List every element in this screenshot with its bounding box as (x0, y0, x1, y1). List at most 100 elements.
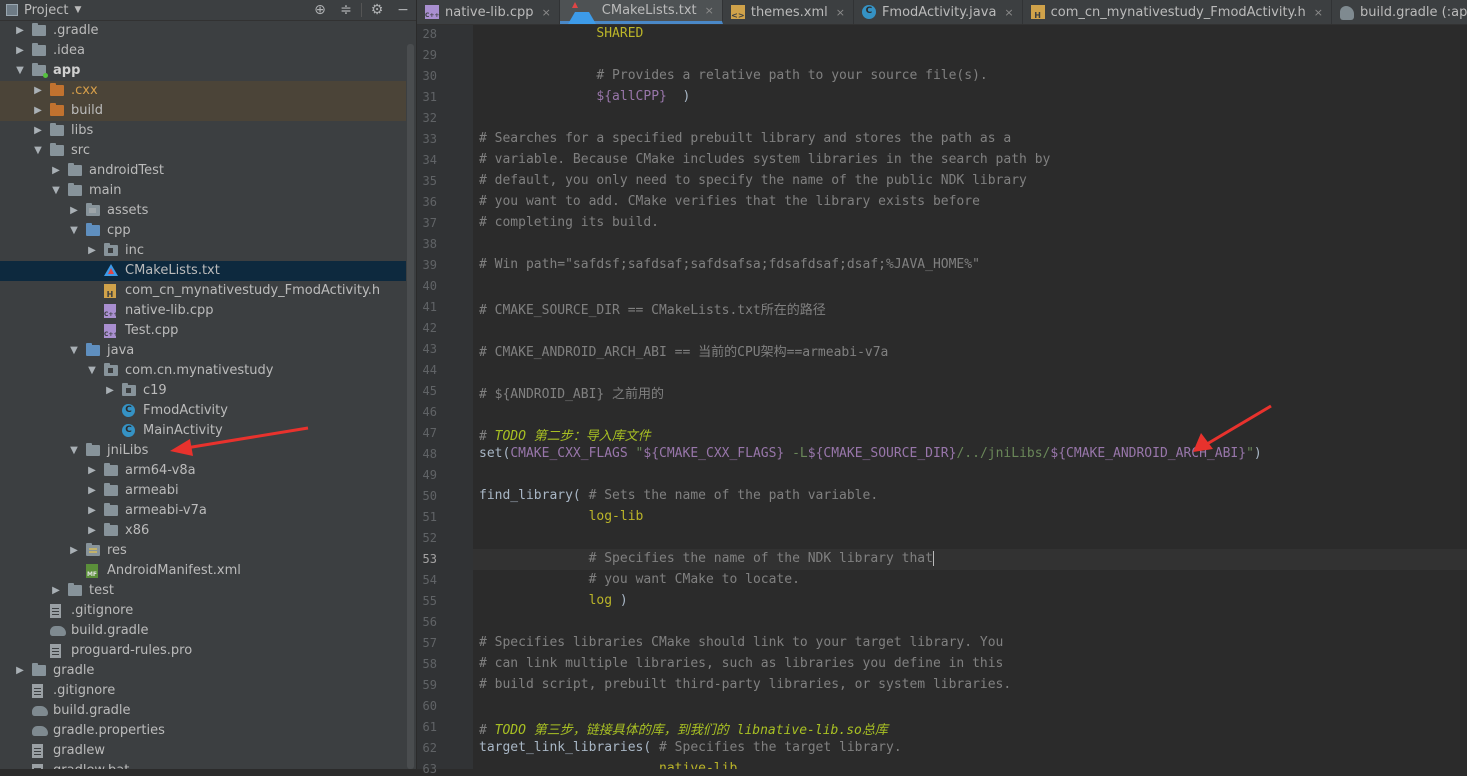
expand-right-icon[interactable]: ▶ (32, 81, 44, 101)
expand-down-icon[interactable]: ▼ (32, 141, 44, 161)
collapse-icon[interactable]: ≑ (333, 2, 359, 18)
expand-right-icon[interactable]: ▶ (14, 21, 26, 41)
tab-label: CMakeLists.txt (601, 3, 697, 18)
tree-item[interactable]: ▶ assets (0, 201, 406, 221)
tree-item-label: Test.cpp (125, 323, 179, 338)
tree-item[interactable]: ▶ armeabi-v7a (0, 501, 406, 521)
tree-item[interactable]: MF AndroidManifest.xml (0, 561, 406, 581)
editor-tab[interactable]: build.gradle (:app)× (1332, 0, 1467, 24)
code-line: # CMAKE_SOURCE_DIR == CMakeLists.txt所在的路… (479, 303, 826, 318)
expand-right-icon[interactable]: ▶ (32, 101, 44, 121)
tree-item[interactable]: gradlew (0, 741, 406, 761)
line-number-gutter: 28 29 30 31 32 33 34 35 36 37 38 39 40 41 42 43 44 45 46 47… (417, 25, 473, 776)
expand-right-icon[interactable]: ▶ (86, 521, 98, 541)
tree-item[interactable]: ▶ c19 (0, 381, 406, 401)
project-view-selector[interactable]: Project ▼ (0, 3, 81, 18)
tree-item[interactable]: ▼ jniLibs (0, 441, 406, 461)
line-number: 34 (422, 153, 437, 167)
close-icon[interactable]: × (836, 6, 845, 19)
close-icon[interactable]: × (542, 6, 551, 19)
tree-item[interactable]: ▼ main (0, 181, 406, 201)
package-icon (104, 243, 118, 256)
tree-item[interactable]: ▶ arm64-v8a (0, 461, 406, 481)
close-icon[interactable]: × (1004, 6, 1013, 19)
project-panel-title: Project (24, 2, 69, 18)
expand-down-icon[interactable]: ▼ (68, 441, 80, 461)
line-number: 49 (422, 468, 437, 482)
tree-scrollbar[interactable] (407, 44, 414, 769)
code-line: # Specifies libraries CMake should link … (479, 635, 1004, 650)
expand-right-icon[interactable]: ▶ (86, 241, 98, 261)
hide-icon[interactable]: − (390, 2, 416, 18)
tab-label: FmodActivity.java (881, 4, 997, 20)
code-line: # build script, prebuilt third-party lib… (479, 677, 1012, 692)
tree-item[interactable]: ▶ inc (0, 241, 406, 261)
tree-item[interactable]: ▶ libs (0, 121, 406, 141)
tree-item-label: build.gradle (71, 623, 149, 638)
editor-tab[interactable]: CMakeLists.txt × (559, 0, 723, 24)
expand-down-icon[interactable]: ▼ (50, 181, 62, 201)
tree-item[interactable]: .gitignore (0, 681, 406, 701)
expand-down-icon[interactable]: ▼ (68, 221, 80, 241)
tree-item-label: assets (107, 203, 149, 218)
target-icon[interactable]: ⊕ (307, 2, 333, 18)
expand-down-icon[interactable]: ▼ (86, 361, 98, 381)
folder-icon (68, 183, 82, 196)
tree-item[interactable]: build.gradle (0, 701, 406, 721)
tree-item[interactable]: ▶ res (0, 541, 406, 561)
editor-tab[interactable]: <> themes.xml × (723, 0, 854, 24)
expand-right-icon[interactable]: ▶ (86, 481, 98, 501)
tree-item[interactable]: ▼ src (0, 141, 406, 161)
tree-item[interactable]: Hcom_cn_mynativestudy_FmodActivity.h (0, 281, 406, 301)
tree-item[interactable]: C++ native-lib.cpp (0, 301, 406, 321)
expand-right-icon[interactable]: ▶ (32, 121, 44, 141)
editor-tab[interactable]: C++ native-lib.cpp × (417, 0, 560, 24)
tree-item-label: MainActivity (143, 423, 223, 438)
expand-right-icon[interactable]: ▶ (50, 161, 62, 181)
tree-item[interactable]: ▼ app (0, 61, 406, 81)
expand-right-icon[interactable]: ▶ (104, 381, 116, 401)
tree-item[interactable]: ▶ .gradle (0, 21, 406, 41)
tree-item[interactable]: CMakeLists.txt (0, 261, 406, 281)
tree-item[interactable]: ▶ armeabi (0, 481, 406, 501)
expand-down-icon[interactable]: ▼ (68, 341, 80, 361)
tree-item[interactable]: ▶ .cxx (0, 81, 406, 101)
tree-item[interactable]: C FmodActivity (0, 401, 406, 421)
expand-down-icon[interactable]: ▼ (14, 61, 26, 81)
tree-item[interactable]: ▶ test (0, 581, 406, 601)
tree-item[interactable]: ▶ build (0, 101, 406, 121)
code-line: # Provides a relative path to your sourc… (596, 68, 988, 83)
manifest-icon: MF (86, 564, 98, 578)
tree-item-label: build.gradle (53, 703, 131, 718)
tree-item[interactable]: ▼ java (0, 341, 406, 361)
tree-item[interactable]: ▶ x86 (0, 521, 406, 541)
expand-right-icon[interactable]: ▶ (14, 41, 26, 61)
tree-item[interactable]: C++ Test.cpp (0, 321, 406, 341)
tree-item[interactable]: gradlew.bat (0, 761, 406, 769)
tree-item[interactable]: ▶ gradle (0, 661, 406, 681)
editor-tab[interactable]: Hcom_cn_mynativestudy_FmodActivity.h × (1023, 0, 1333, 24)
tree-item[interactable]: proguard-rules.pro (0, 641, 406, 661)
editor-tab[interactable]: C FmodActivity.java × (854, 0, 1023, 24)
close-icon[interactable]: × (1314, 6, 1323, 19)
expand-right-icon[interactable]: ▶ (86, 501, 98, 521)
code-editor[interactable]: SHARED # Provides a relative path to you… (473, 25, 1467, 769)
tree-item[interactable]: gradle.properties (0, 721, 406, 741)
tree-item[interactable]: ▶ .idea (0, 41, 406, 61)
expand-right-icon[interactable]: ▶ (86, 461, 98, 481)
expand-right-icon[interactable]: ▶ (50, 581, 62, 601)
tree-item[interactable]: build.gradle (0, 621, 406, 641)
expand-right-icon[interactable]: ▶ (14, 661, 26, 681)
expand-right-icon[interactable]: ▶ (68, 541, 80, 561)
tree-item[interactable]: ▼ com.cn.mynativestudy (0, 361, 406, 381)
close-icon[interactable]: × (705, 4, 714, 17)
tree-item[interactable]: C MainActivity (0, 421, 406, 441)
editor-tab-bar: C++ native-lib.cpp × CMakeLists.txt × <> theme… (417, 0, 1467, 25)
tree-item[interactable]: ▶ androidTest (0, 161, 406, 181)
folder-icon (50, 143, 64, 156)
expand-right-icon[interactable]: ▶ (68, 201, 80, 221)
tree-item[interactable]: ▼ cpp (0, 221, 406, 241)
assets-folder-icon (86, 203, 100, 216)
gear-icon[interactable]: ⚙ (364, 2, 390, 18)
tree-item[interactable]: .gitignore (0, 601, 406, 621)
